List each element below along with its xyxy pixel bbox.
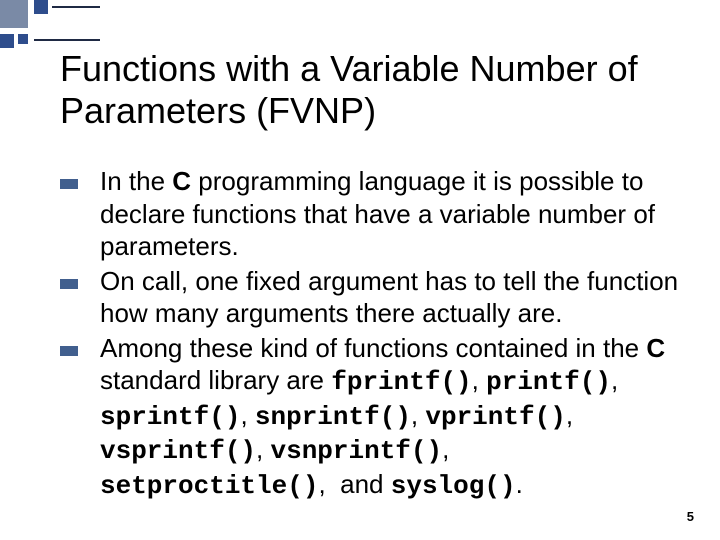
bullet-square-icon bbox=[60, 279, 78, 289]
slide: Functions with a Variable Number of Para… bbox=[0, 0, 720, 540]
text-run: , bbox=[472, 365, 486, 395]
code-text: setproctitle() bbox=[100, 471, 318, 501]
text-run: Among these kind of functions contained … bbox=[100, 333, 646, 363]
code-text: snprintf() bbox=[255, 402, 411, 432]
slide-body: In the C programming language it is poss… bbox=[60, 165, 680, 504]
bullet-square-icon bbox=[60, 346, 78, 356]
code-text: fprintf() bbox=[331, 367, 471, 397]
bullet-text: In the C programming language it is poss… bbox=[100, 165, 680, 263]
text-run: , bbox=[611, 365, 618, 395]
bullet-item: In the C programming language it is poss… bbox=[60, 165, 680, 263]
bullet-text: Among these kind of functions contained … bbox=[100, 332, 680, 503]
text-run bbox=[384, 469, 391, 499]
text-run: , bbox=[318, 469, 340, 499]
text-run: , bbox=[256, 434, 270, 464]
text-run: , bbox=[442, 434, 449, 464]
code-text: vsprintf() bbox=[100, 436, 256, 466]
code-text: printf() bbox=[486, 367, 611, 397]
text-run: On call, one fixed argument has to tell … bbox=[100, 266, 678, 329]
text-run: standard library are bbox=[100, 365, 331, 395]
slide-title: Functions with a Variable Number of Para… bbox=[60, 48, 680, 133]
page-number: 5 bbox=[687, 509, 694, 524]
corner-decoration bbox=[0, 0, 100, 50]
text-run: , bbox=[411, 400, 425, 430]
code-text: syslog() bbox=[391, 471, 516, 501]
text-run: . bbox=[516, 469, 523, 499]
text-run: and bbox=[340, 469, 383, 499]
text-bold: C bbox=[646, 333, 665, 363]
text-run: , bbox=[566, 400, 573, 430]
bullet-item: On call, one fixed argument has to tell … bbox=[60, 265, 680, 330]
bullet-text: On call, one fixed argument has to tell … bbox=[100, 265, 680, 330]
text-run: , bbox=[240, 400, 254, 430]
code-text: vsnprintf() bbox=[270, 436, 442, 466]
text-run: In the bbox=[100, 166, 172, 196]
code-text: vprintf() bbox=[425, 402, 565, 432]
text-bold: C bbox=[172, 166, 191, 196]
code-text: sprintf() bbox=[100, 402, 240, 432]
bullet-square-icon bbox=[60, 179, 78, 189]
bullet-item: Among these kind of functions contained … bbox=[60, 332, 680, 503]
